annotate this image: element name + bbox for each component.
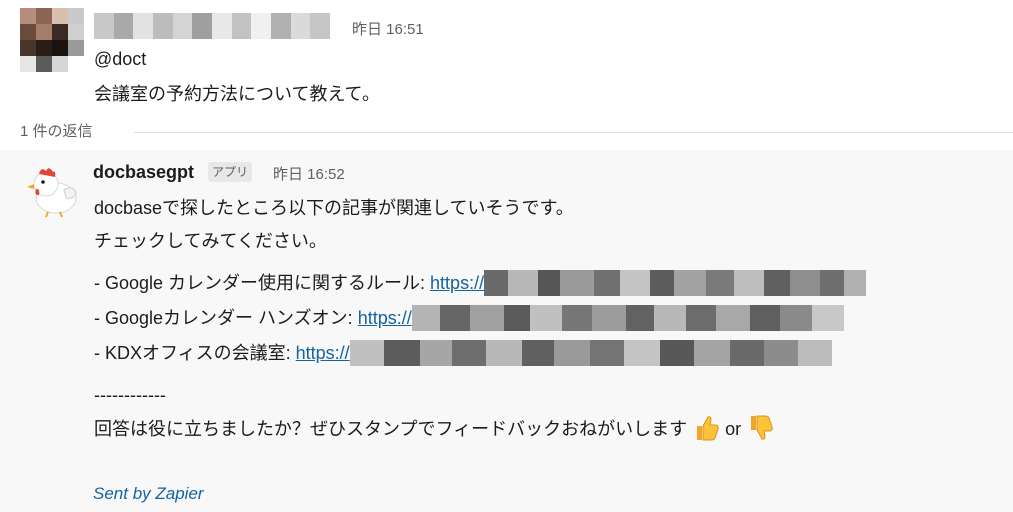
- separator-line: ------------: [94, 385, 166, 405]
- link-2[interactable]: https://: [358, 308, 412, 328]
- redacted-link-3[interactable]: [349, 340, 836, 367]
- redacted-link-2[interactable]: [411, 305, 844, 332]
- link-row-2-label: - Googleカレンダー ハンズオン:: [94, 308, 358, 328]
- link-3[interactable]: https://: [296, 343, 350, 363]
- app-badge: アプリ: [208, 162, 253, 182]
- link-row-3-label: - KDXオフィスの会議室:: [94, 343, 296, 363]
- user-avatar[interactable]: [20, 8, 84, 72]
- message-2-line-2: チェックしてみてください。: [94, 231, 327, 251]
- thumbs-up-icon[interactable]: [692, 413, 720, 443]
- link-row-3: - KDXオフィスの会議室: https://: [94, 340, 836, 367]
- sent-by-zapier-link[interactable]: Sent by Zapier: [93, 484, 204, 504]
- link-row-2: - Googleカレンダー ハンズオン: https://: [94, 305, 844, 332]
- thread-divider: [134, 132, 1013, 133]
- link-row-1-label: - Google カレンダー使用に関するルール:: [94, 273, 431, 293]
- redacted-username[interactable]: [94, 13, 331, 39]
- link-row-1: - Google カレンダー使用に関するルール: https://: [94, 270, 867, 297]
- mention[interactable]: @doct: [94, 47, 146, 71]
- thread-replies-count: 1 件の返信: [20, 123, 93, 140]
- feedback-row: 回答は役に立ちましたか？ぜひスタンプでフィードバックおねがいします or: [94, 415, 774, 445]
- redacted-link-1[interactable]: [484, 270, 867, 297]
- bot-author-name[interactable]: docbasegpt: [93, 162, 194, 183]
- feedback-text: 回答は役に立ちましたか？ぜひスタンプでフィードバックおねがいします: [94, 418, 688, 439]
- message-2-timestamp[interactable]: 昨日 16:52: [273, 163, 345, 184]
- message-1-timestamp[interactable]: 昨日 16:51: [352, 18, 424, 39]
- message-2-line-1: docbaseで探したところ以下の記事が関連していそうです。: [94, 198, 574, 218]
- or-text: or: [725, 418, 742, 439]
- message-1-text: 会議室の予約方法について教えて。: [94, 84, 381, 104]
- chicken-avatar-icon[interactable]: [26, 162, 82, 218]
- thumbs-down-icon[interactable]: [746, 413, 774, 443]
- link-1[interactable]: https://: [430, 273, 484, 293]
